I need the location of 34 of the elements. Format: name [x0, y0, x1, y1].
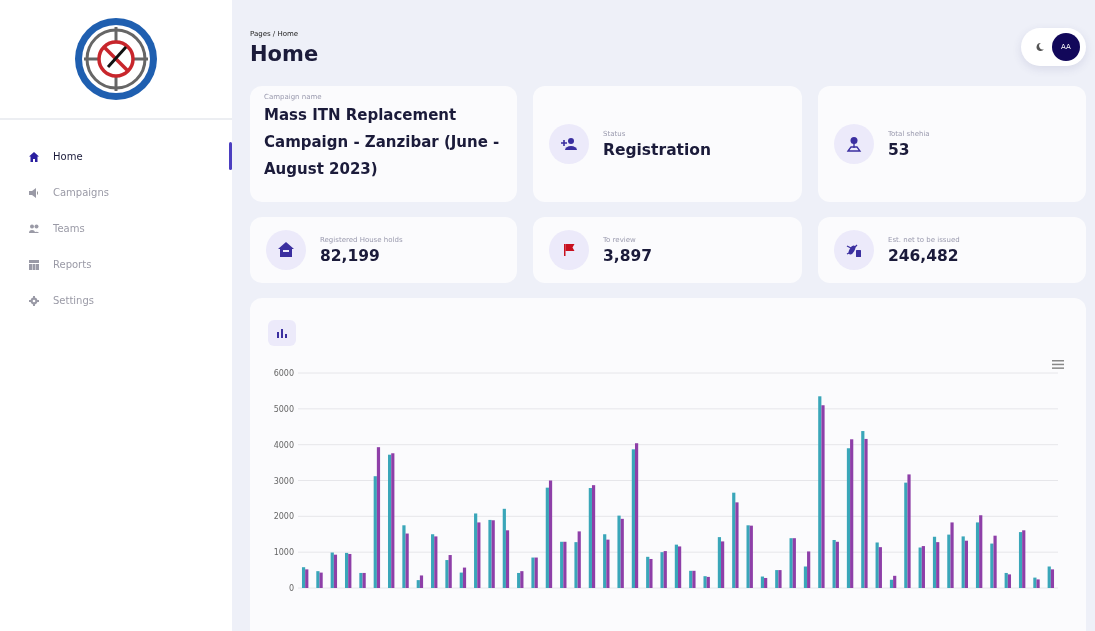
- logo-icon: [74, 17, 158, 101]
- y-tick-label: 3000: [273, 476, 294, 486]
- stat-value: Registration: [603, 140, 711, 159]
- house-icon: [278, 242, 294, 258]
- gear-icon: [29, 295, 39, 306]
- megaphone-icon: [29, 187, 39, 198]
- people-icon: [29, 223, 39, 234]
- nav-item[interactable]: Home: [29, 146, 232, 167]
- stat-value: 3,897: [603, 246, 653, 265]
- nav-item[interactable]: Reports: [29, 254, 232, 275]
- campaign-name: Mass ITN Replacement Campaign - Zanzibar (June - August 2023): [264, 105, 501, 180]
- flag-icon: [561, 242, 577, 258]
- stat-value: 246,482: [888, 246, 960, 265]
- table-icon: [29, 259, 39, 270]
- active-indicator: [229, 142, 232, 170]
- y-tick-label: 5000: [273, 404, 294, 414]
- bar-chart-icon: [277, 328, 287, 338]
- add-person-icon: [561, 136, 577, 152]
- y-tick-label: 1000: [273, 548, 294, 558]
- y-tick-label: 6000: [273, 369, 294, 378]
- y-tick-label: 2000: [273, 512, 294, 522]
- stat-value: 53: [888, 140, 911, 159]
- location-pin-icon: [846, 136, 862, 152]
- moon-icon[interactable]: [1035, 42, 1045, 52]
- menu-icon[interactable]: [1052, 360, 1064, 369]
- stat-value: 82,199: [320, 246, 381, 265]
- nav-item[interactable]: Settings: [29, 290, 232, 311]
- y-tick-label: 4000: [273, 440, 294, 450]
- chart-button[interactable]: [268, 320, 296, 346]
- page-title: Home: [250, 42, 319, 66]
- nav-item[interactable]: Teams: [29, 218, 232, 239]
- nav-item[interactable]: Campaigns: [29, 182, 232, 203]
- y-tick-label: 0: [288, 584, 294, 593]
- home-icon: [29, 151, 39, 162]
